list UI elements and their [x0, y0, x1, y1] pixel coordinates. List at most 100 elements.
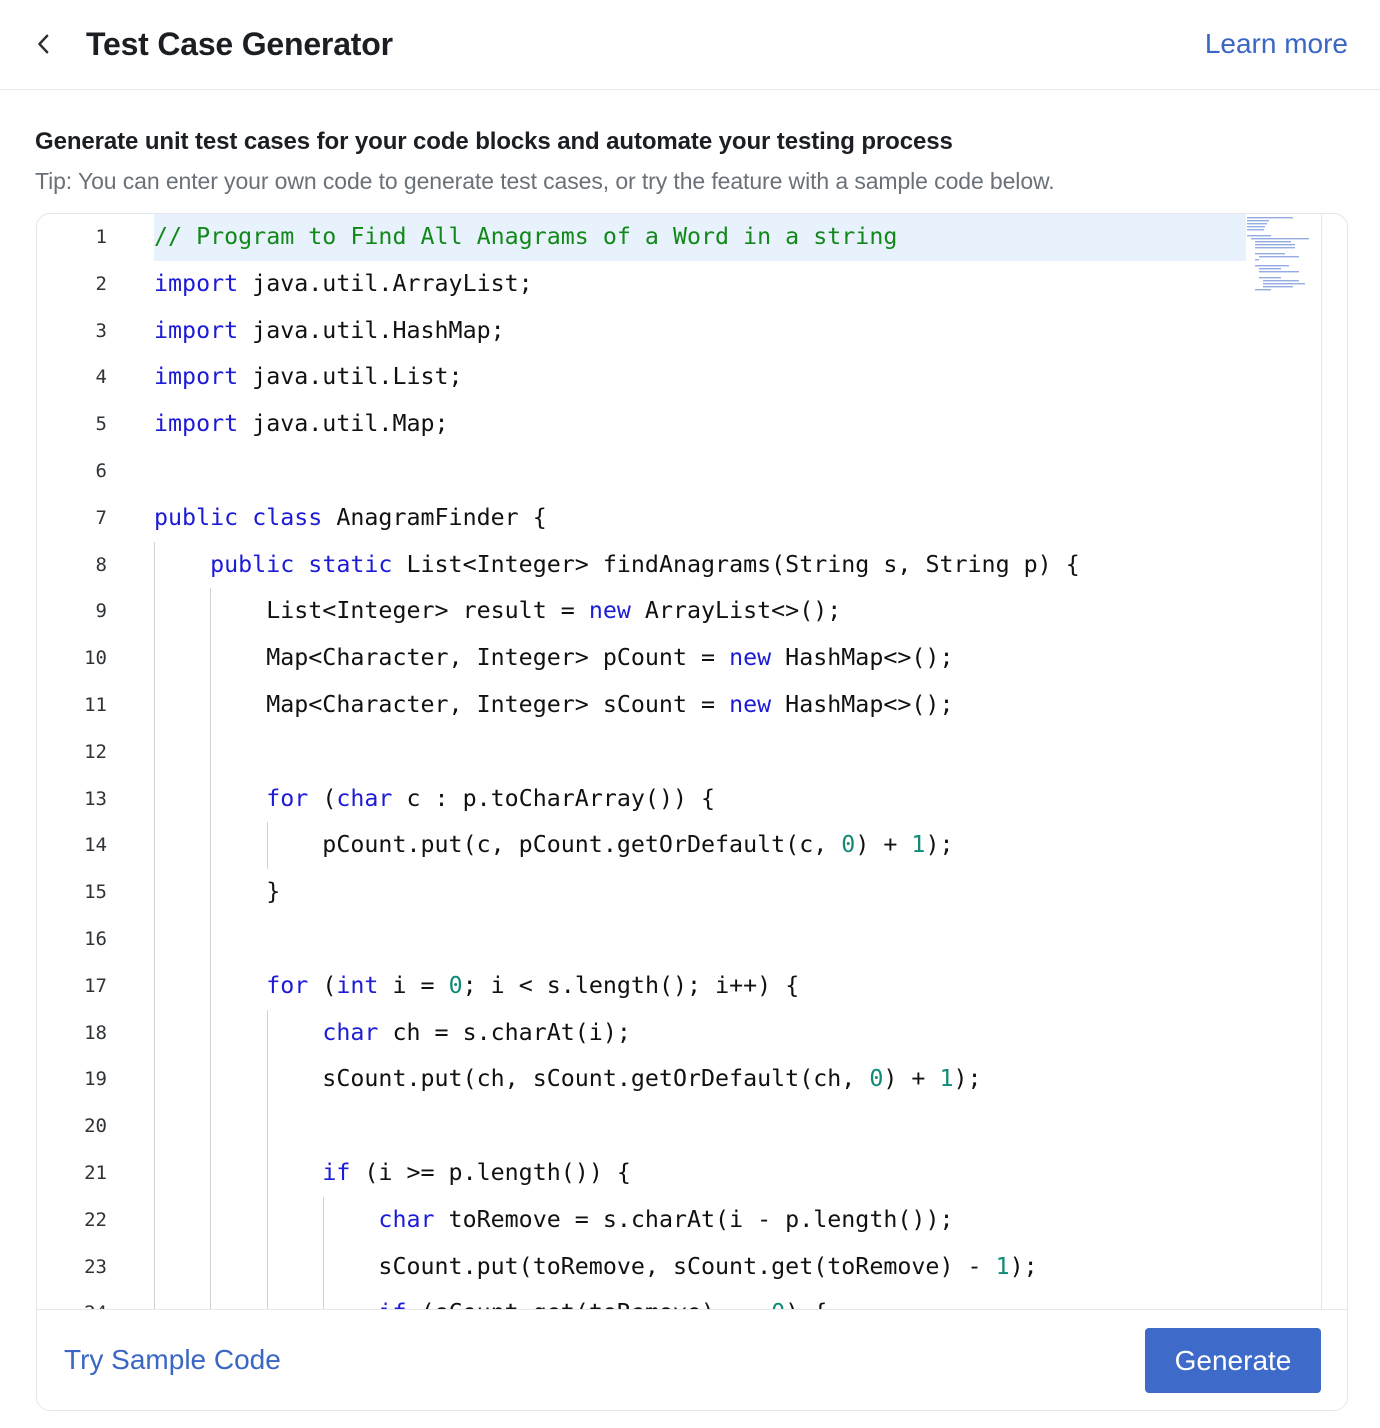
code-line[interactable]: 16 — [37, 916, 1247, 963]
code-keyword: char — [378, 1205, 435, 1233]
line-number: 7 — [95, 506, 107, 529]
code-token: HashMap<>(); — [771, 691, 954, 718]
line-number: 15 — [84, 881, 107, 904]
line-number: 20 — [84, 1115, 107, 1138]
code-keyword: import — [154, 363, 239, 391]
code-line[interactable]: 20 — [37, 1103, 1247, 1150]
code-line[interactable]: 4 import java.util.List; — [37, 354, 1247, 401]
code-token: ; i < s.length(); i++) { — [462, 971, 800, 999]
try-sample-code-link[interactable]: Try Sample Code — [64, 1344, 281, 1376]
code-line[interactable]: 5 import java.util.Map; — [37, 401, 1247, 448]
code-line[interactable]: 13 for (char c : p.toCharArray()) { — [37, 776, 1247, 823]
code-line[interactable]: 17 for (int i = 0; i < s.length(); i++) … — [37, 963, 1247, 1010]
learn-more-link[interactable]: Learn more — [1205, 28, 1348, 60]
code-number: 0 — [771, 1299, 785, 1309]
intro-heading: Generate unit test cases for your code b… — [35, 128, 953, 155]
code-text: sCount.put(ch, sCount.getOrDefault(ch, 0… — [154, 1056, 982, 1103]
code-line[interactable]: 22 char toRemove = s.charAt(i - p.length… — [37, 1197, 1247, 1244]
minimap[interactable] — [1245, 216, 1317, 292]
code-line[interactable]: 15 } — [37, 869, 1247, 916]
code-line[interactable]: 3 import java.util.HashMap; — [37, 308, 1247, 355]
line-number: 12 — [84, 740, 107, 763]
code-keyword: if — [378, 1299, 406, 1309]
code-text: public static List<Integer> findAnagrams… — [154, 542, 1080, 589]
code-text: for (int i = 0; i < s.length(); i++) { — [154, 963, 799, 1010]
code-text: char toRemove = s.charAt(i - p.length())… — [154, 1197, 954, 1244]
code-token: java.util.ArrayList; — [238, 269, 533, 297]
code-token: List<Integer> findAnagrams(String s, Str… — [392, 550, 1080, 578]
code-text: // Program to Find All Anagrams of a Wor… — [154, 214, 897, 261]
code-text: pCount.put(c, pCount.getOrDefault(c, 0) … — [154, 822, 954, 869]
line-number: 13 — [84, 787, 107, 810]
code-line[interactable]: 12 — [37, 729, 1247, 776]
code-line[interactable]: 18 char ch = s.charAt(i); — [37, 1010, 1247, 1057]
line-number: 21 — [84, 1162, 107, 1184]
code-line[interactable]: 2 import java.util.ArrayList; — [37, 261, 1247, 308]
code-keyword: new — [729, 691, 772, 718]
code-editor[interactable]: 1 // Program to Find All Anagrams of a Wo… — [37, 214, 1322, 1309]
code-number: 0 — [448, 971, 463, 999]
code-text: import java.util.HashMap; — [154, 308, 505, 355]
code-token: ) { — [785, 1299, 827, 1309]
line-number: 19 — [84, 1068, 107, 1091]
code-keyword: import — [154, 316, 239, 344]
code-keyword: new — [729, 644, 772, 672]
code-text: import java.util.List; — [154, 354, 463, 401]
code-token: toRemove = s.charAt(i - p.length()); — [434, 1205, 954, 1233]
code-keyword: static — [308, 550, 393, 578]
code-line[interactable]: 6 — [37, 448, 1247, 495]
code-token: ) + — [883, 1065, 940, 1093]
code-keyword: for — [266, 784, 309, 812]
code-token: ); — [925, 831, 954, 859]
code-keyword: for — [266, 971, 309, 999]
code-token: c : p.toCharArray()) { — [392, 784, 716, 812]
code-line[interactable]: 14 pCount.put(c, pCount.getOrDefault(c, … — [37, 822, 1247, 869]
code-number: 0 — [841, 831, 856, 859]
code-keyword: public — [210, 550, 295, 578]
code-token: ( — [308, 784, 337, 812]
code-comment: // Program to Find All Anagrams of a Wor… — [154, 223, 898, 250]
line-number: 5 — [95, 413, 107, 436]
code-line[interactable]: 9 List<Integer> result = new ArrayList<>… — [37, 588, 1247, 635]
code-text: if (i >= p.length()) { — [154, 1150, 631, 1197]
code-token: i = — [378, 971, 449, 999]
code-token: java.util.List; — [238, 363, 463, 391]
code-number: 1 — [939, 1065, 954, 1093]
code-number: 1 — [995, 1252, 1010, 1280]
code-line[interactable]: 23 sCount.put(toRemove, sCount.get(toRem… — [37, 1244, 1247, 1291]
code-token: sCount.put(ch, sCount.getOrDefault(ch, — [154, 1065, 870, 1093]
code-line[interactable]: 8 public static List<Integer> findAnagra… — [37, 542, 1247, 589]
code-line[interactable]: 7 public class AnagramFinder { — [37, 495, 1247, 542]
code-number: 1 — [911, 831, 926, 859]
back-button[interactable] — [26, 24, 62, 64]
code-token: Map<Character, Integer> sCount = — [154, 691, 730, 718]
generate-button[interactable]: Generate — [1145, 1328, 1321, 1393]
line-number: 23 — [84, 1255, 107, 1278]
code-token: ( — [308, 971, 337, 999]
scrollbar-track[interactable] — [1321, 214, 1322, 1309]
line-number: 14 — [84, 834, 107, 857]
code-line[interactable]: 1 // Program to Find All Anagrams of a Wo… — [37, 214, 1247, 261]
code-text: sCount.put(toRemove, sCount.get(toRemove… — [154, 1244, 1038, 1291]
line-number: 1 — [95, 226, 107, 248]
code-token: ); — [1009, 1252, 1038, 1280]
page-title: Test Case Generator — [86, 26, 393, 62]
code-token: pCount.put(c, pCount.getOrDefault(c, — [154, 831, 842, 859]
code-text: import java.util.Map; — [154, 401, 449, 448]
code-line[interactable]: 21 if (i >= p.length()) { — [37, 1150, 1247, 1197]
code-line[interactable]: 24 if (sCount.get(toRemove) == 0) { — [37, 1290, 1247, 1309]
code-line[interactable]: 10 Map<Character, Integer> pCount = new … — [37, 635, 1247, 682]
code-token: Map<Character, Integer> pCount = — [154, 644, 730, 672]
header: Test Case Generator Learn more — [0, 0, 1380, 90]
code-line[interactable]: 19 sCount.put(ch, sCount.getOrDefault(ch… — [37, 1056, 1247, 1103]
code-token: (i >= p.length()) { — [350, 1159, 631, 1186]
code-token: ); — [953, 1065, 982, 1093]
line-number: 22 — [84, 1208, 107, 1231]
code-line[interactable]: 11 Map<Character, Integer> sCount = new … — [37, 682, 1247, 729]
